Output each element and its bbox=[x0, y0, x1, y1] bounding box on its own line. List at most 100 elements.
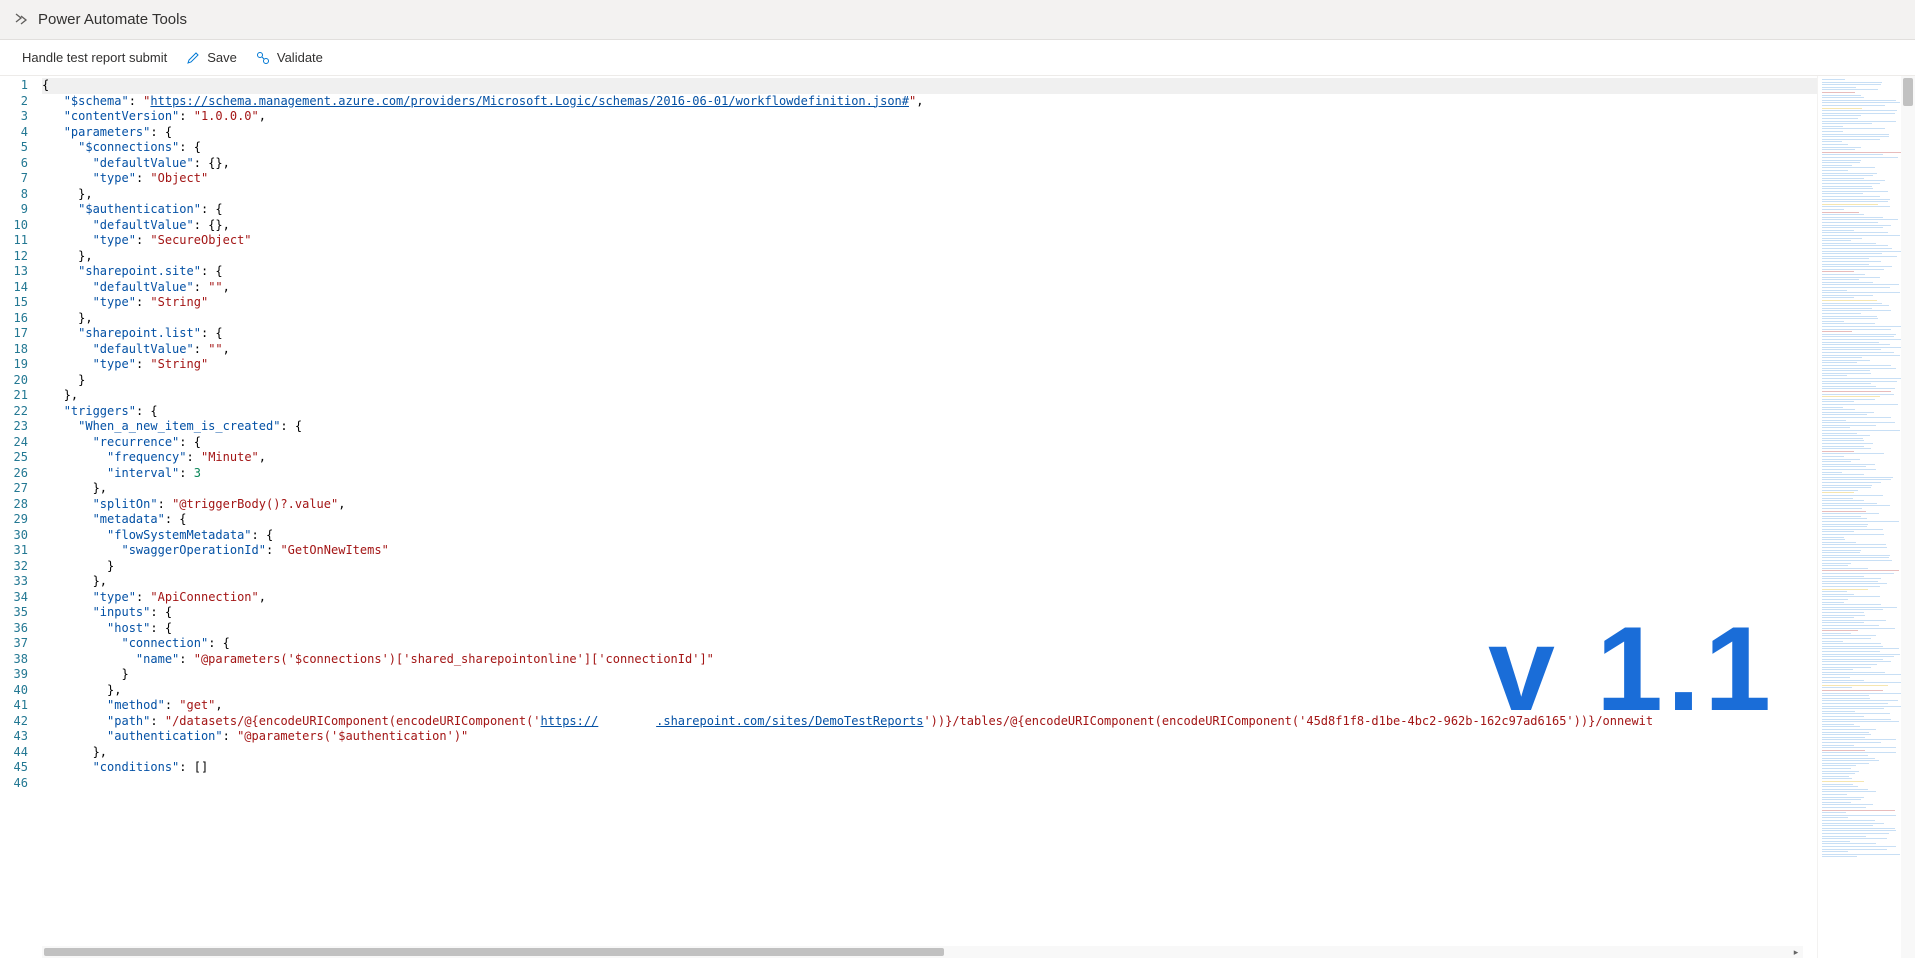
vertical-scrollbar[interactable] bbox=[1901, 76, 1915, 958]
code-line[interactable] bbox=[42, 776, 1817, 792]
code-line[interactable]: "authentication": "@parameters('$authent… bbox=[42, 729, 1817, 745]
code-line[interactable]: "$authentication": { bbox=[42, 202, 1817, 218]
line-number: 10 bbox=[0, 218, 28, 234]
code-line[interactable]: "recurrence": { bbox=[42, 435, 1817, 451]
code-line[interactable]: } bbox=[42, 667, 1817, 683]
line-number: 17 bbox=[0, 326, 28, 342]
code-line[interactable]: "When_a_new_item_is_created": { bbox=[42, 419, 1817, 435]
code-line[interactable]: } bbox=[42, 373, 1817, 389]
code-line[interactable]: "defaultValue": "", bbox=[42, 280, 1817, 296]
code-line[interactable]: }, bbox=[42, 481, 1817, 497]
code-line[interactable]: "contentVersion": "1.0.0.0", bbox=[42, 109, 1817, 125]
line-number: 41 bbox=[0, 698, 28, 714]
code-line[interactable]: "type": "String" bbox=[42, 357, 1817, 373]
code-line[interactable]: "inputs": { bbox=[42, 605, 1817, 621]
line-number: 22 bbox=[0, 404, 28, 420]
line-number: 16 bbox=[0, 311, 28, 327]
save-button[interactable]: Save bbox=[185, 50, 237, 66]
code-line[interactable]: "conditions": [] bbox=[42, 760, 1817, 776]
line-number: 21 bbox=[0, 388, 28, 404]
horizontal-scrollbar[interactable]: ▸ bbox=[42, 946, 1803, 958]
code-line[interactable]: }, bbox=[42, 249, 1817, 265]
line-number: 42 bbox=[0, 714, 28, 730]
line-number: 6 bbox=[0, 156, 28, 172]
code-line[interactable]: "defaultValue": "", bbox=[42, 342, 1817, 358]
line-number: 35 bbox=[0, 605, 28, 621]
flow-name-label: Handle test report submit bbox=[22, 50, 167, 65]
code-line[interactable]: "interval": 3 bbox=[42, 466, 1817, 482]
code-line[interactable]: "$schema": "https://schema.management.az… bbox=[42, 94, 1817, 110]
line-number: 9 bbox=[0, 202, 28, 218]
line-number: 43 bbox=[0, 729, 28, 745]
toolbar: Handle test report submit Save Validate bbox=[0, 40, 1915, 76]
code-line[interactable]: { bbox=[42, 78, 1817, 94]
code-line[interactable]: "method": "get", bbox=[42, 698, 1817, 714]
code-line[interactable]: "swaggerOperationId": "GetOnNewItems" bbox=[42, 543, 1817, 559]
code-line[interactable]: "host": { bbox=[42, 621, 1817, 637]
code-line[interactable]: }, bbox=[42, 311, 1817, 327]
line-number: 2 bbox=[0, 94, 28, 110]
code-line[interactable]: "flowSystemMetadata": { bbox=[42, 528, 1817, 544]
line-number: 1 bbox=[0, 78, 28, 94]
code-line[interactable]: "sharepoint.site": { bbox=[42, 264, 1817, 280]
code-content[interactable]: { "$schema": "https://schema.management.… bbox=[42, 76, 1817, 958]
line-number: 12 bbox=[0, 249, 28, 265]
code-line[interactable]: "type": "ApiConnection", bbox=[42, 590, 1817, 606]
line-number: 32 bbox=[0, 559, 28, 575]
code-line[interactable]: "type": "SecureObject" bbox=[42, 233, 1817, 249]
line-number: 24 bbox=[0, 435, 28, 451]
code-line[interactable]: }, bbox=[42, 683, 1817, 699]
code-line[interactable]: }, bbox=[42, 187, 1817, 203]
line-number: 44 bbox=[0, 745, 28, 761]
line-number: 33 bbox=[0, 574, 28, 590]
line-number: 27 bbox=[0, 481, 28, 497]
line-number: 23 bbox=[0, 419, 28, 435]
code-line[interactable]: "frequency": "Minute", bbox=[42, 450, 1817, 466]
line-number: 45 bbox=[0, 760, 28, 776]
app-title: Power Automate Tools bbox=[38, 11, 187, 28]
vertical-scroll-thumb[interactable] bbox=[1903, 78, 1913, 106]
code-line[interactable]: "splitOn": "@triggerBody()?.value", bbox=[42, 497, 1817, 513]
pencil-icon bbox=[185, 50, 201, 66]
line-number: 11 bbox=[0, 233, 28, 249]
line-number: 5 bbox=[0, 140, 28, 156]
code-line[interactable]: }, bbox=[42, 574, 1817, 590]
save-button-label: Save bbox=[207, 50, 237, 65]
line-number: 40 bbox=[0, 683, 28, 699]
validate-button[interactable]: Validate bbox=[255, 50, 323, 66]
code-line[interactable]: "defaultValue": {}, bbox=[42, 218, 1817, 234]
line-number: 8 bbox=[0, 187, 28, 203]
line-number: 34 bbox=[0, 590, 28, 606]
line-number: 46 bbox=[0, 776, 28, 792]
line-number-gutter: 1234567891011121314151617181920212223242… bbox=[0, 76, 42, 958]
line-number: 26 bbox=[0, 466, 28, 482]
line-number: 38 bbox=[0, 652, 28, 668]
code-line[interactable]: }, bbox=[42, 745, 1817, 761]
line-number: 3 bbox=[0, 109, 28, 125]
validate-icon bbox=[255, 50, 271, 66]
code-line[interactable]: "parameters": { bbox=[42, 125, 1817, 141]
scroll-right-arrow[interactable]: ▸ bbox=[1789, 946, 1803, 958]
code-line[interactable]: }, bbox=[42, 388, 1817, 404]
line-number: 19 bbox=[0, 357, 28, 373]
horizontal-scroll-thumb[interactable] bbox=[44, 948, 944, 956]
code-line[interactable]: } bbox=[42, 559, 1817, 575]
code-line[interactable]: "connection": { bbox=[42, 636, 1817, 652]
line-number: 25 bbox=[0, 450, 28, 466]
validate-button-label: Validate bbox=[277, 50, 323, 65]
code-line[interactable]: "path": "/datasets/@{encodeURIComponent(… bbox=[42, 714, 1817, 730]
code-line[interactable]: "sharepoint.list": { bbox=[42, 326, 1817, 342]
code-line[interactable]: "metadata": { bbox=[42, 512, 1817, 528]
code-line[interactable]: "triggers": { bbox=[42, 404, 1817, 420]
code-line[interactable]: "type": "Object" bbox=[42, 171, 1817, 187]
app-icon bbox=[12, 11, 30, 29]
code-line[interactable]: "type": "String" bbox=[42, 295, 1817, 311]
code-line[interactable]: "$connections": { bbox=[42, 140, 1817, 156]
editor[interactable]: 1234567891011121314151617181920212223242… bbox=[0, 76, 1915, 958]
line-number: 7 bbox=[0, 171, 28, 187]
code-line[interactable]: "name": "@parameters('$connections')['sh… bbox=[42, 652, 1817, 668]
line-number: 29 bbox=[0, 512, 28, 528]
line-number: 28 bbox=[0, 497, 28, 513]
code-line[interactable]: "defaultValue": {}, bbox=[42, 156, 1817, 172]
line-number: 13 bbox=[0, 264, 28, 280]
